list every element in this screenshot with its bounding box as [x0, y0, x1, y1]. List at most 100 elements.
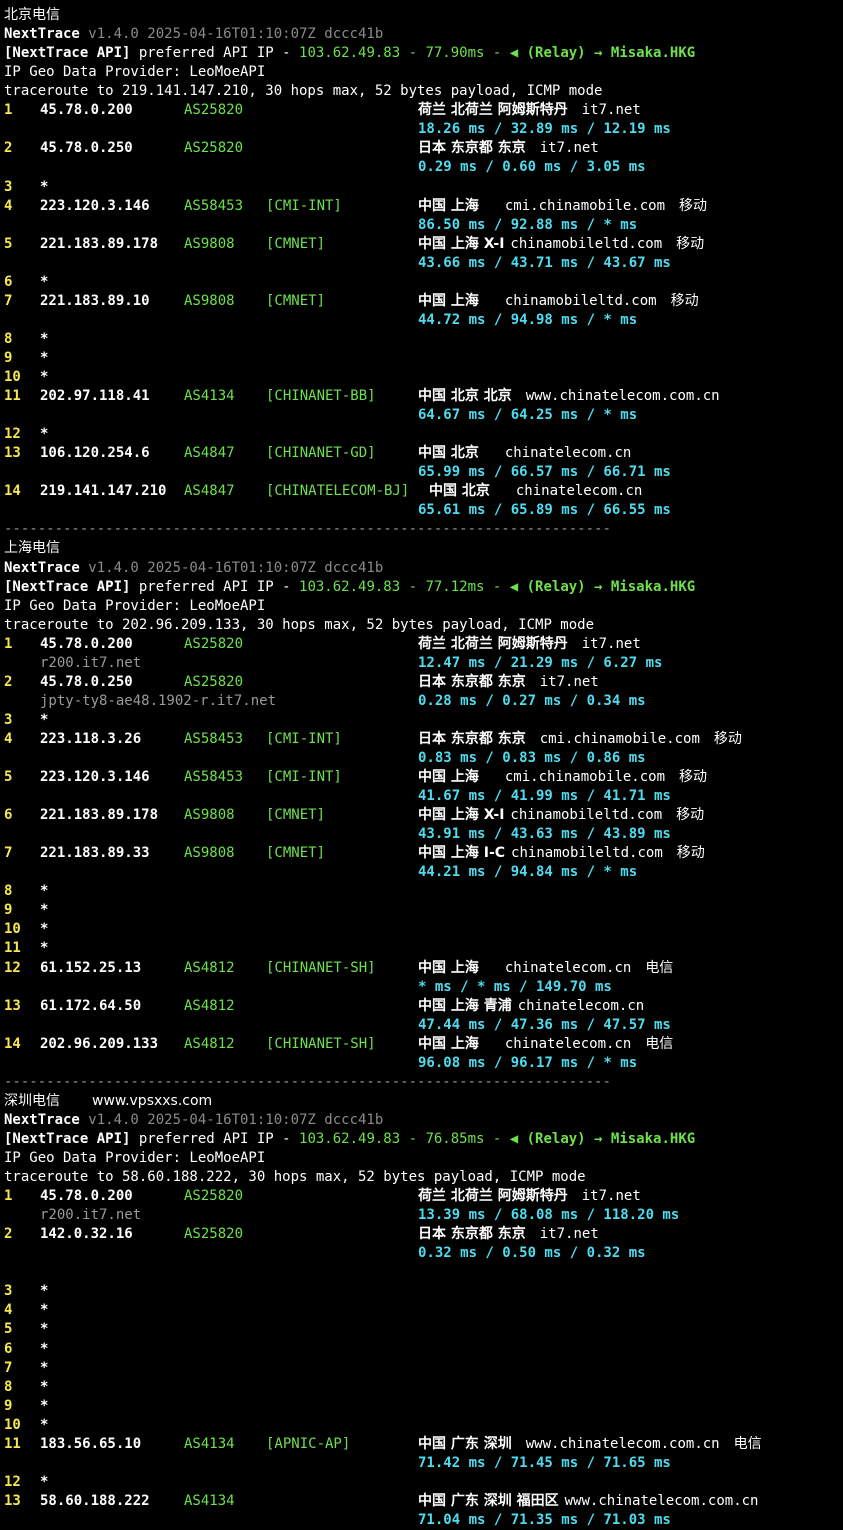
hop-number: 1 — [4, 102, 13, 119]
app-name: NextTrace — [4, 559, 80, 576]
hop-number: 7 — [4, 292, 13, 309]
hop-geo: 日本 东京都 东京 — [418, 1226, 526, 1243]
hop-domain: chinatelecom.cn — [504, 959, 632, 976]
hop-number: 2 — [4, 140, 13, 157]
hop-latency-row: 43.91 ms / 43.63 ms / 43.89 ms — [4, 825, 839, 844]
hop-asn: AS4812 — [184, 959, 235, 976]
hop-geo: 中国 上海 — [418, 197, 479, 214]
hop-number: 10 — [4, 1416, 21, 1433]
hop-domain: cmi.chinamobile.com — [504, 197, 666, 214]
hop-number: 10 — [4, 921, 21, 938]
hop-row: 2 142.0.32.16 AS25820 日本 东京都 东京 it7.net — [4, 1225, 839, 1244]
hop-timeout: * — [40, 1397, 49, 1414]
hop-row: 3 * — [4, 178, 839, 197]
api-value: 103.62.49.83 - 76.85ms - — [299, 1130, 510, 1147]
hop-tag: [CHINANET-SH] — [266, 959, 376, 976]
hop-geo: 中国 上海 — [418, 959, 479, 976]
hop-ip: 221.183.89.33 — [40, 845, 150, 862]
hop-asn: AS4812 — [184, 1035, 235, 1052]
hop-number: 4 — [4, 197, 13, 214]
hop-row: 12 * — [4, 425, 839, 444]
api-value: 103.62.49.83 - 77.12ms - — [299, 578, 510, 595]
hop-domain: chinatelecom.cn — [504, 1035, 632, 1052]
hop-row: 11 * — [4, 939, 839, 958]
terminal-window[interactable]: 北京电信 NextTrace v1.4.0 2025-04-16T01:10:07… — [0, 0, 843, 1528]
hop-timeout: * — [40, 1359, 49, 1376]
hop-row: 5 * — [4, 1320, 839, 1339]
section-title: 深圳电信 — [4, 1092, 60, 1109]
api-label: preferred API IP - — [130, 578, 300, 595]
section-separator: ----------------------------------------… — [4, 1073, 839, 1092]
hop-latency: 96.08 ms / 96.17 ms / * ms — [418, 1054, 638, 1071]
hop-ip: 221.183.89.10 — [40, 292, 150, 309]
geo-provider: IP Geo Data Provider: LeoMoeAPI — [4, 64, 266, 81]
hop-domain: it7.net — [581, 635, 641, 652]
hop-number: 14 — [4, 1035, 21, 1052]
hop-latency: 86.50 ms / 92.88 ms / * ms — [418, 216, 638, 233]
hop-ip: 58.60.188.222 — [40, 1492, 150, 1509]
relay-route: (Relay) → Misaka.HKG — [518, 1130, 696, 1147]
hop-isp: 电信 — [645, 1035, 674, 1052]
hop-row: 2 45.78.0.250 AS25820 日本 东京都 东京 it7.net — [4, 673, 839, 692]
hop-asn: AS58453 — [184, 769, 244, 785]
version-line: NextTrace v1.4.0 2025-04-16T01:10:07Z dc… — [4, 25, 839, 44]
hop-row: 8 * — [4, 1378, 839, 1397]
hop-latency: 65.99 ms / 66.57 ms / 66.71 ms — [418, 464, 671, 481]
api-tag: [NextTrace API] — [4, 1130, 131, 1147]
hop-latency-row: r200.it7.net 12.47 ms / 21.29 ms / 6.27 m… — [4, 654, 839, 673]
hop-latency-row: 65.61 ms / 65.89 ms / 66.55 ms — [4, 501, 839, 520]
relay-icon: ◀ — [509, 45, 519, 62]
hop-geo: 中国 北京 — [418, 445, 479, 462]
hop-timeout: * — [40, 902, 49, 919]
hop-geo: 中国 上海 X-I — [418, 807, 505, 824]
hop-number: 12 — [4, 959, 21, 976]
hop-geo: 中国 上海 X-I — [418, 235, 505, 252]
hop-latency: 43.91 ms / 43.63 ms / 43.89 ms — [418, 826, 671, 843]
hop-tag: [CMI-INT] — [266, 197, 342, 214]
hop-number: 11 — [4, 940, 21, 957]
hop-number: 8 — [4, 1378, 13, 1395]
hop-latency: 18.26 ms / 32.89 ms / 12.19 ms — [418, 121, 671, 138]
hop-number: 13 — [4, 445, 21, 462]
hop-row: 9 * — [4, 349, 839, 368]
hop-latency-row: 0.32 ms / 0.50 ms / 0.32 ms — [4, 1244, 839, 1263]
traceroute-line: traceroute to 219.141.147.210, 30 hops m… — [4, 82, 839, 101]
hop-asn: AS4812 — [184, 997, 235, 1014]
watermark-text: www.vpsxxs.com — [92, 1092, 213, 1109]
api-line: [NextTrace API] preferred API IP - 103.6… — [4, 1130, 839, 1149]
hop-ip: 45.78.0.200 — [40, 1188, 133, 1205]
api-label: preferred API IP - — [130, 1130, 300, 1147]
hop-latency-row: 96.08 ms / 96.17 ms / * ms — [4, 1054, 839, 1073]
hop-latency-row: 0.83 ms / 0.83 ms / 0.86 ms — [4, 749, 839, 768]
hop-number: 5 — [4, 235, 13, 252]
hop-geo: 中国 上海 — [418, 1035, 479, 1052]
version-info: v1.4.0 2025-04-16T01:10:07Z dccc41b — [79, 559, 384, 576]
hop-latency: 13.39 ms / 68.08 ms / 118.20 ms — [418, 1207, 680, 1224]
hop-number: 7 — [4, 845, 13, 862]
hop-number: 14 — [4, 483, 21, 500]
hop-row: 7 * — [4, 1359, 839, 1378]
hop-domain: www.chinatelecom.com.cn — [525, 1435, 720, 1452]
hop-row: 8 * — [4, 882, 839, 901]
hop-ip: 202.96.209.133 — [40, 1035, 159, 1052]
hop-latency-row: 44.21 ms / 94.84 ms / * ms — [4, 863, 839, 882]
hop-geo: 日本 东京都 东京 — [418, 673, 526, 690]
hop-asn: AS58453 — [184, 730, 244, 747]
hop-domain: chinatelecom.cn — [517, 997, 645, 1014]
hop-geo: 荷兰 北荷兰 阿姆斯特丹 — [418, 635, 568, 652]
hop-geo: 中国 广东 深圳 — [418, 1435, 512, 1452]
provider-line: IP Geo Data Provider: LeoMoeAPI — [4, 597, 839, 616]
hop-asn: AS58453 — [184, 197, 244, 214]
hop-tag: [CMNET] — [266, 845, 326, 862]
hop-number: 11 — [4, 388, 21, 404]
hop-tag: [CMNET] — [266, 807, 326, 824]
hop-number: 3 — [4, 178, 13, 195]
hop-timeout: * — [40, 1473, 49, 1490]
section-title-line: 上海电信 — [4, 539, 839, 558]
hop-geo: 日本 东京都 东京 — [418, 140, 526, 157]
hop-number: 13 — [4, 1492, 21, 1509]
hop-asn: AS25820 — [184, 140, 244, 157]
hop-ip: 219.141.147.210 — [40, 483, 167, 500]
hop-latency-row: * ms / * ms / 149.70 ms — [4, 978, 839, 997]
hop-number: 9 — [4, 902, 13, 919]
